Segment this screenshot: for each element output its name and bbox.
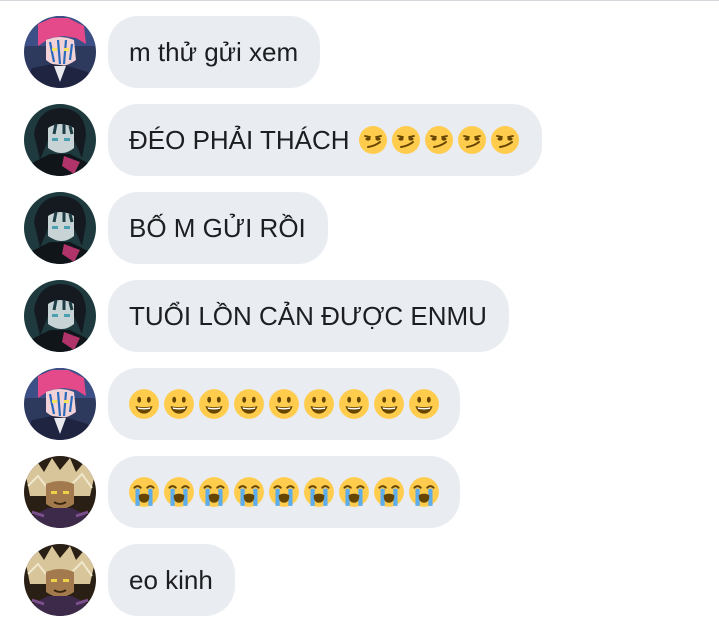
- message-text: ĐÉO PHẢI THÁCH: [129, 125, 350, 155]
- message-bubble[interactable]: ĐÉO PHẢI THÁCH: [108, 104, 542, 176]
- gyutaro-avatar[interactable]: [24, 456, 96, 528]
- loudly-crying-emoji-icon: [128, 476, 160, 508]
- loudly-crying-emoji-icon: [303, 476, 335, 508]
- message-row: ĐÉO PHẢI THÁCH: [0, 104, 719, 176]
- message-bubble[interactable]: BỐ M GỬI RỒI: [108, 192, 328, 264]
- smirk-emoji-icon: [457, 125, 487, 155]
- message-bubble[interactable]: [108, 368, 460, 440]
- smiley-emoji-icon: [373, 388, 405, 420]
- message-bubble[interactable]: m thử gửi xem: [108, 16, 321, 88]
- smiley-emoji-icon: [233, 388, 265, 420]
- message-bubble[interactable]: [108, 456, 460, 528]
- emoji-group: [358, 125, 520, 155]
- enmu-avatar[interactable]: [24, 104, 96, 176]
- message-row: eo kinh: [0, 544, 719, 616]
- smiley-emoji-icon: [303, 388, 335, 420]
- loudly-crying-emoji-icon: [233, 476, 265, 508]
- smiley-emoji-icon: [408, 388, 440, 420]
- akaza-avatar[interactable]: [24, 16, 96, 88]
- top-divider: [0, 0, 719, 1]
- smiley-emoji-icon: [338, 388, 370, 420]
- gyutaro-avatar[interactable]: [24, 544, 96, 616]
- message-bubble[interactable]: TUỔI LỒN CẢN ĐƯỢC ENMU: [108, 280, 509, 352]
- message-row: TUỔI LỒN CẢN ĐƯỢC ENMU: [0, 280, 719, 352]
- message-text: m thử gửi xem: [129, 37, 299, 67]
- loudly-crying-emoji-icon: [373, 476, 405, 508]
- smirk-emoji-icon: [391, 125, 421, 155]
- message-row: BỐ M GỬI RỒI: [0, 192, 719, 264]
- smirk-emoji-icon: [358, 125, 388, 155]
- message-bubble[interactable]: eo kinh: [108, 544, 235, 616]
- smiley-emoji-icon: [268, 388, 300, 420]
- smirk-emoji-icon: [490, 125, 520, 155]
- message-text: eo kinh: [129, 565, 213, 595]
- loudly-crying-emoji-icon: [338, 476, 370, 508]
- akaza-avatar[interactable]: [24, 368, 96, 440]
- smiley-emoji-icon: [198, 388, 230, 420]
- enmu-avatar[interactable]: [24, 280, 96, 352]
- loudly-crying-emoji-icon: [268, 476, 300, 508]
- message-row: [0, 368, 719, 440]
- loudly-crying-emoji-icon: [198, 476, 230, 508]
- enmu-avatar[interactable]: [24, 192, 96, 264]
- loudly-crying-emoji-icon: [163, 476, 195, 508]
- message-row: m thử gửi xem: [0, 16, 719, 88]
- message-row: [0, 456, 719, 528]
- loudly-crying-emoji-icon: [408, 476, 440, 508]
- smiley-emoji-icon: [163, 388, 195, 420]
- smiley-emoji-icon: [128, 388, 160, 420]
- smirk-emoji-icon: [424, 125, 454, 155]
- message-text: BỐ M GỬI RỒI: [129, 213, 306, 243]
- message-text: TUỔI LỒN CẢN ĐƯỢC ENMU: [129, 301, 487, 331]
